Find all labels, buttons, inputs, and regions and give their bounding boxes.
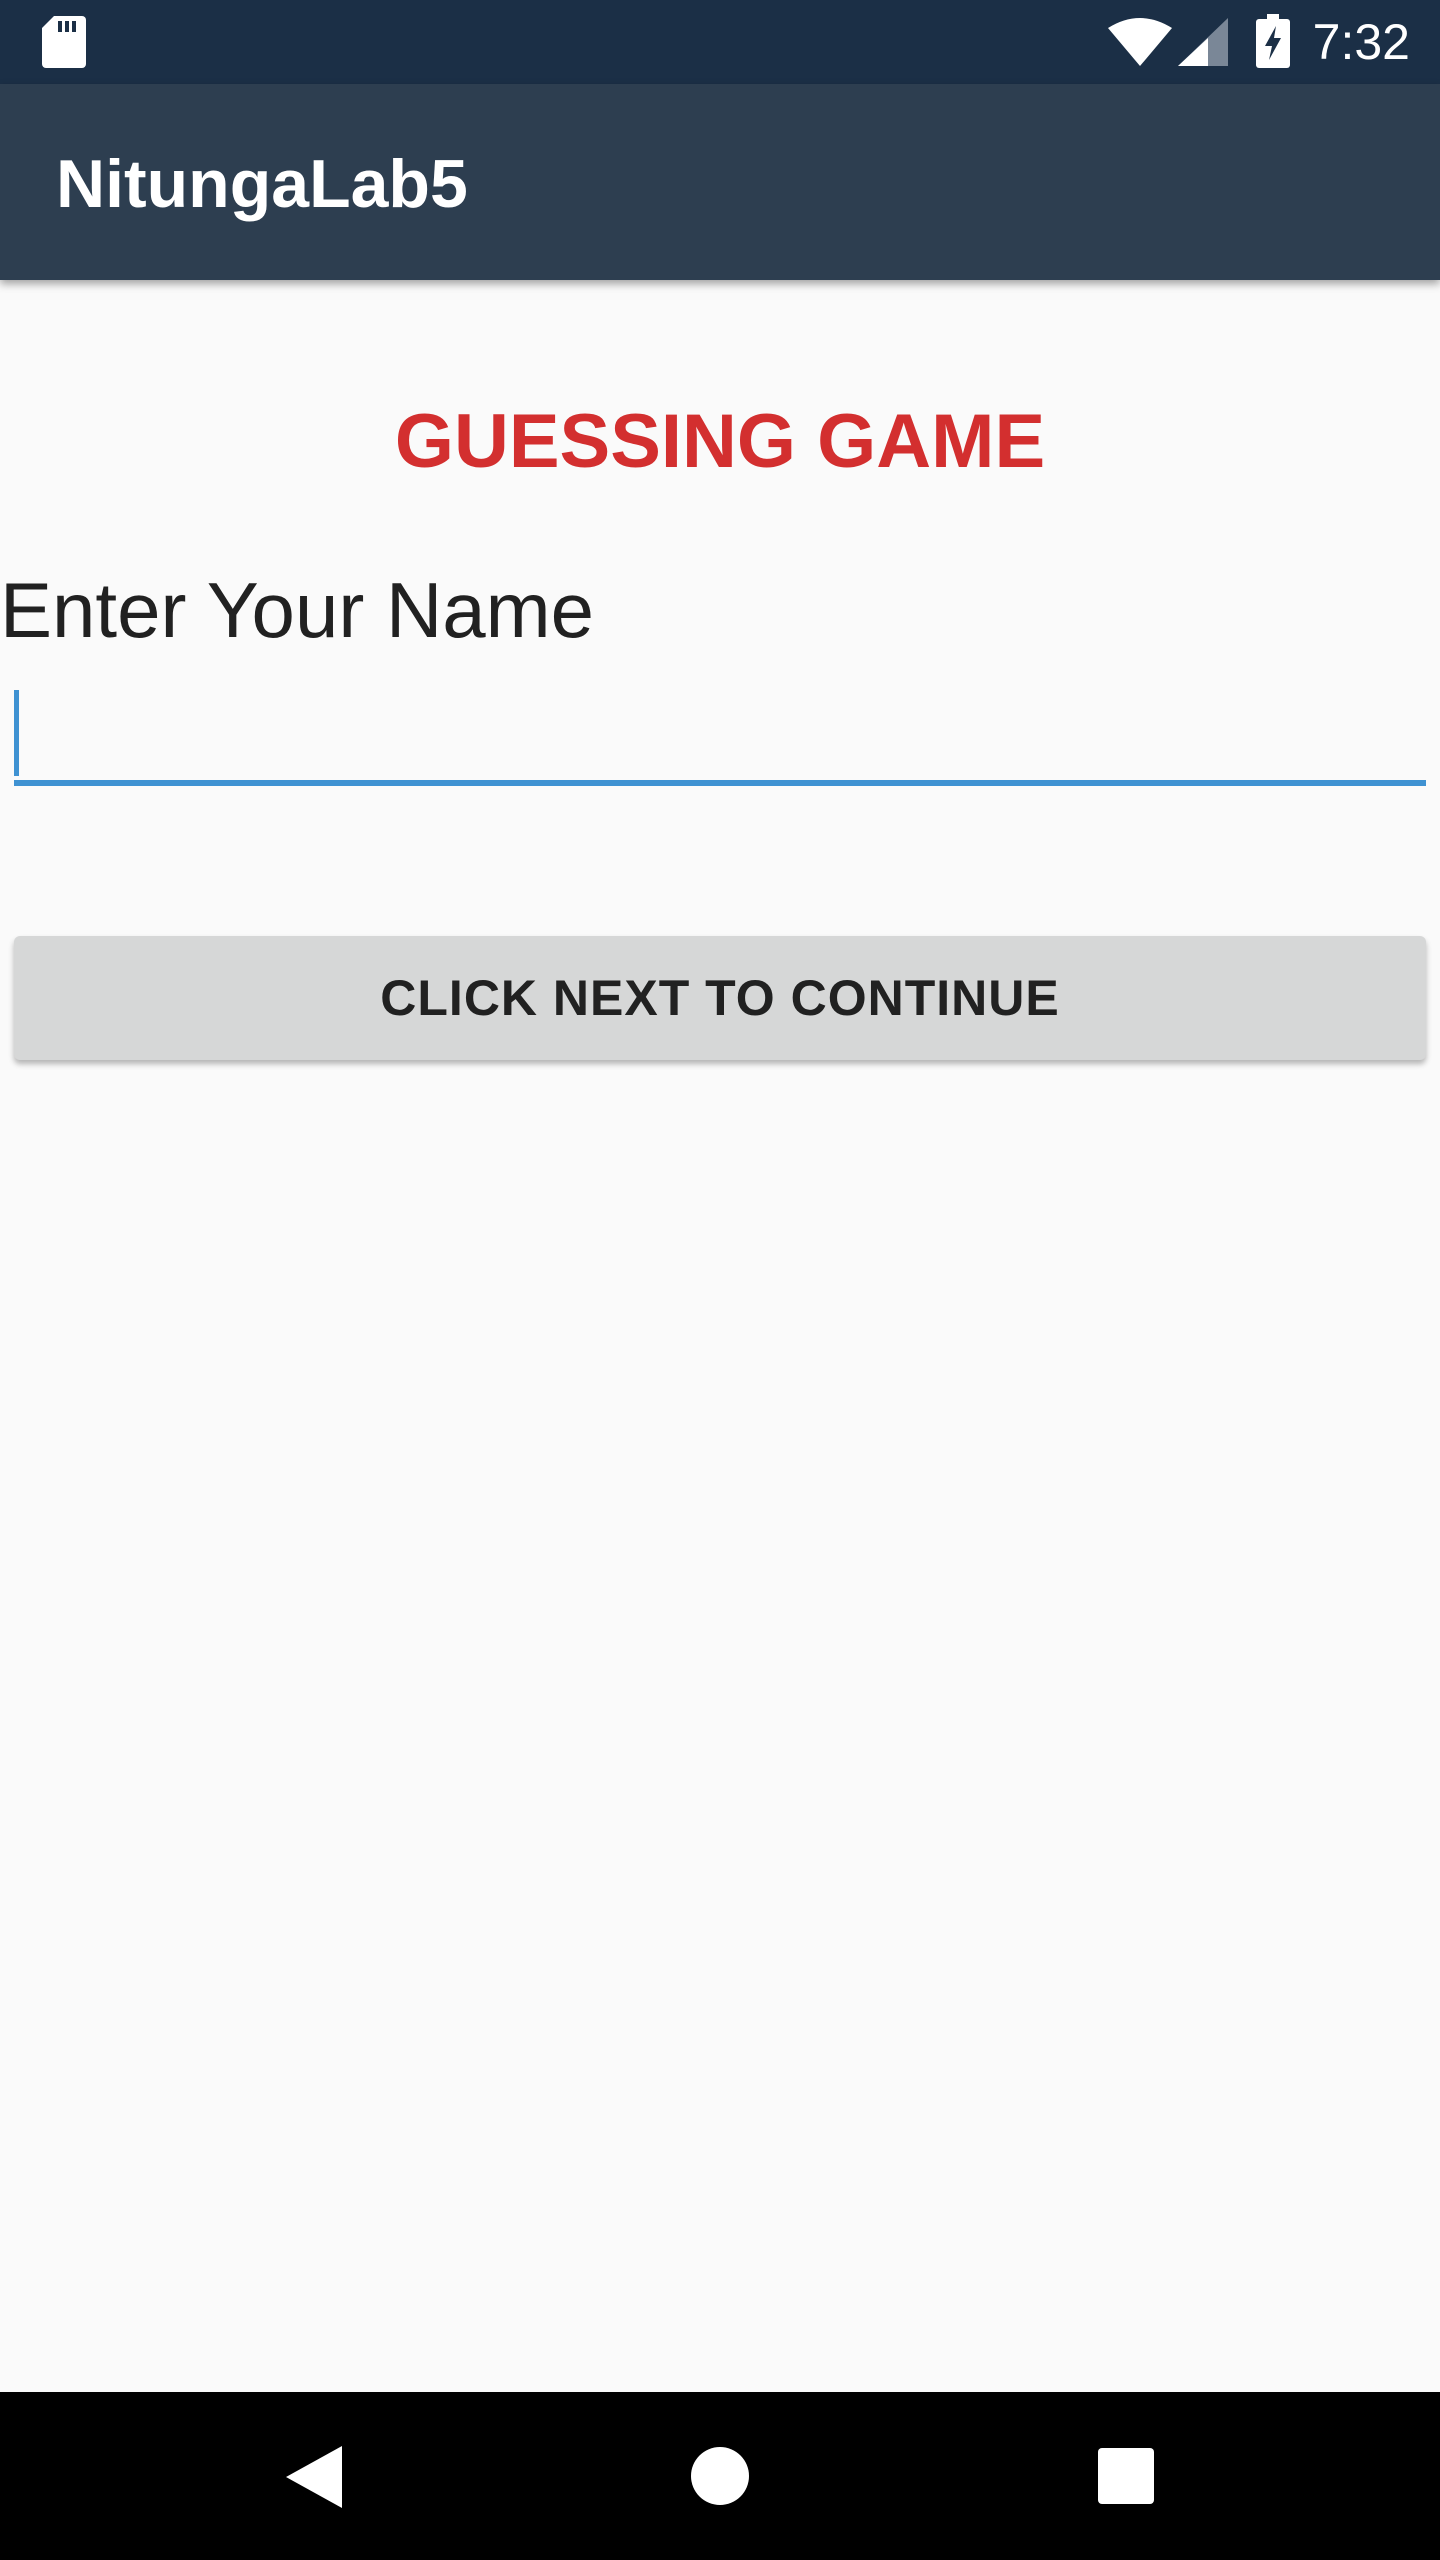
recents-icon[interactable] [1098,2448,1154,2504]
app-bar: NitungaLab5 [0,84,1440,280]
game-title: GUESSING GAME [394,399,1046,484]
name-input[interactable] [14,680,1426,786]
status-clock: 7:32 [1312,14,1410,70]
screen: 7:32 NitungaLab5 GUESSING GAME Enter You… [0,0,1440,2560]
navigation-bar [0,2392,1440,2560]
text-cursor [14,690,19,776]
home-icon[interactable] [690,2446,750,2506]
battery-charging-icon [1256,14,1290,68]
status-bar: 7:32 [0,0,1440,84]
next-button[interactable]: CLICK NEXT TO CONTINUE [14,936,1426,1060]
app-title: NitungaLab5 [56,146,468,222]
sd-card-icon [42,16,86,68]
name-label: Enter Your Name [0,566,595,654]
main-content: GUESSING GAME Enter Your Name CLICK NEXT… [0,280,1440,2392]
cell-signal-icon [1178,18,1228,66]
wifi-icon [1108,18,1172,66]
back-icon[interactable] [286,2446,342,2508]
